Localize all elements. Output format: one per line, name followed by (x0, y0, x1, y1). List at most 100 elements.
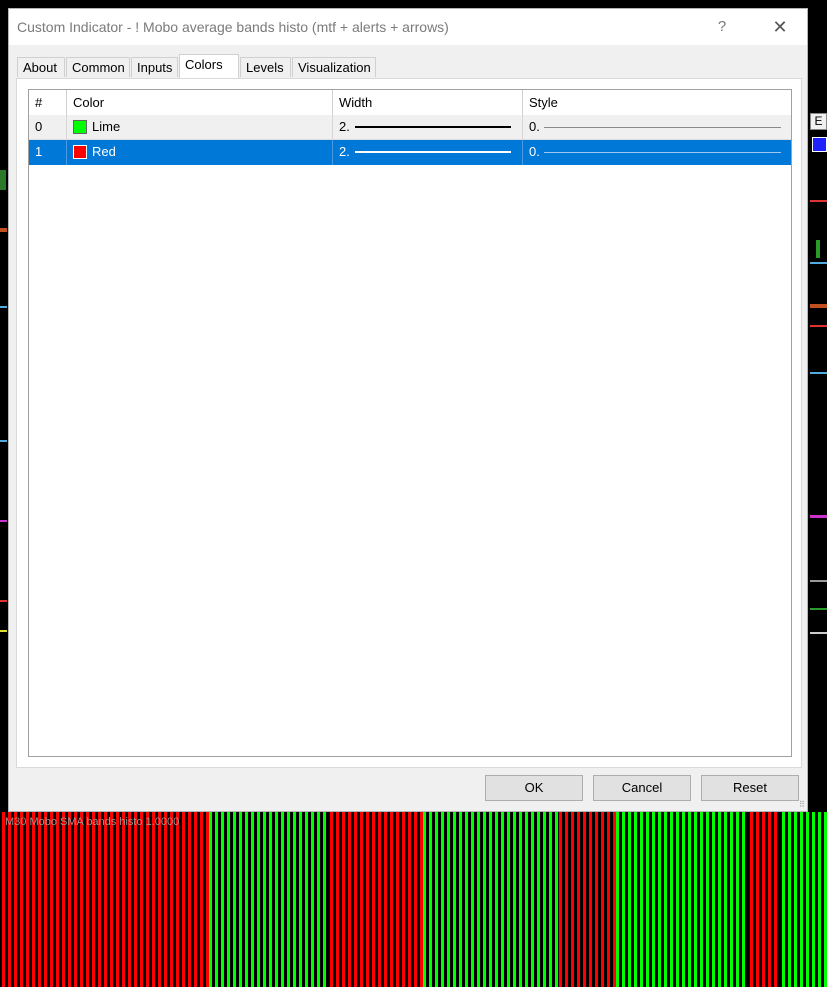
ok-button[interactable]: OK (485, 775, 583, 801)
chart-e-button[interactable]: E (810, 113, 827, 130)
color-cell[interactable]: Lime (67, 115, 333, 140)
histogram-bar (501, 812, 504, 987)
histogram-bar (788, 812, 791, 987)
histogram-bar (513, 812, 516, 987)
histogram-bar (233, 812, 236, 987)
style-cell[interactable]: 0. (523, 140, 791, 165)
tab-inputs[interactable]: Inputs (131, 57, 178, 77)
color-name: Lime (92, 119, 121, 134)
tab-visualization[interactable]: Visualization (292, 57, 376, 77)
histogram-bar (640, 812, 643, 987)
histogram-bar (390, 812, 393, 987)
color-swatch (73, 120, 87, 134)
color-cell[interactable]: Red (67, 140, 333, 165)
histogram-bar (583, 812, 586, 987)
close-button[interactable]: ✕ (767, 14, 793, 40)
histogram-bar (20, 812, 23, 987)
histogram-bar (607, 812, 610, 987)
histogram-bar (646, 812, 649, 987)
histogram-bar (706, 812, 709, 987)
histogram-bar (74, 812, 77, 987)
histogram-bar (221, 812, 224, 987)
histogram-bar (299, 812, 302, 987)
table-header: # Color Width Style (29, 90, 791, 116)
cancel-button[interactable]: Cancel (593, 775, 691, 801)
histogram-bar (537, 812, 540, 987)
color-swatch (73, 145, 87, 159)
width-cell[interactable]: 2. (333, 140, 523, 165)
histogram-bar (134, 812, 137, 987)
histogram-bar (86, 812, 89, 987)
table-row[interactable]: 0 Lime 2. 0. (29, 115, 791, 140)
tab-about[interactable]: About (17, 57, 65, 77)
histogram-bar (2, 812, 5, 987)
histogram-bar (459, 812, 462, 987)
histogram-bar (549, 812, 552, 987)
histogram-bar (577, 812, 580, 987)
histogram-bar (768, 812, 771, 987)
histogram-bar (465, 812, 468, 987)
histogram-bar (423, 812, 426, 987)
histogram-bar (38, 812, 41, 987)
histogram-bar (794, 812, 797, 987)
histogram-bar (14, 812, 17, 987)
histogram-bars (2, 812, 827, 987)
histogram-bar (447, 812, 450, 987)
histogram-bar (806, 812, 809, 987)
reset-button[interactable]: Reset (701, 775, 799, 801)
help-button[interactable]: ? (709, 14, 735, 40)
tab-common[interactable]: Common (66, 57, 130, 77)
histogram-bar (782, 812, 785, 987)
tab-colors[interactable]: Colors (179, 54, 239, 78)
histogram-bar (206, 812, 209, 987)
width-cell[interactable]: 2. (333, 115, 523, 140)
row-index: 1 (29, 140, 67, 165)
histogram-bar (774, 812, 777, 987)
histogram-bar (724, 812, 727, 987)
colors-table: # Color Width Style 0 Lime 2. 0. 1 Red 2… (28, 89, 792, 757)
chart-left-edge (0, 0, 8, 812)
histogram-bar (420, 812, 423, 987)
histogram-bar (336, 812, 339, 987)
histogram-bar (616, 812, 619, 987)
header-width[interactable]: Width (333, 90, 523, 115)
width-line-sample (355, 126, 511, 128)
resize-grip-icon[interactable]: ⠿ (799, 801, 807, 809)
histogram-bar (712, 812, 715, 987)
histogram-bar (164, 812, 167, 987)
histogram-bar (682, 812, 685, 987)
header-color[interactable]: Color (67, 90, 333, 115)
histogram-bar (429, 812, 432, 987)
histogram-bar (700, 812, 703, 987)
histogram-bar (559, 812, 562, 987)
histogram-bar (762, 812, 765, 987)
colors-panel: # Color Width Style 0 Lime 2. 0. 1 Red 2… (16, 78, 802, 768)
header-style[interactable]: Style (523, 90, 791, 115)
histogram-bar (146, 812, 149, 987)
style-line-sample (544, 152, 781, 153)
histogram-bar (188, 812, 191, 987)
histogram-bar (658, 812, 661, 987)
tab-levels[interactable]: Levels (240, 57, 291, 77)
histogram-bar (215, 812, 218, 987)
histogram-bar (595, 812, 598, 987)
style-cell[interactable]: 0. (523, 115, 791, 140)
title-bar: Custom Indicator - ! Mobo average bands … (9, 9, 807, 45)
header-index[interactable]: # (29, 90, 67, 115)
histogram-bar (402, 812, 405, 987)
histogram-bar (372, 812, 375, 987)
histogram-bar (531, 812, 534, 987)
histogram-bar (158, 812, 161, 987)
histogram-bar (62, 812, 65, 987)
histogram-bar (366, 812, 369, 987)
histogram-bar (800, 812, 803, 987)
histogram-bar (571, 812, 574, 987)
table-row-selected[interactable]: 1 Red 2. 0. (29, 140, 791, 165)
histogram-bar (182, 812, 185, 987)
histogram-bar (68, 812, 71, 987)
histogram-bar (471, 812, 474, 987)
histogram-bar (116, 812, 119, 987)
histogram-bar (128, 812, 131, 987)
histogram-bar (453, 812, 456, 987)
dialog-title: Custom Indicator - ! Mobo average bands … (17, 19, 449, 35)
